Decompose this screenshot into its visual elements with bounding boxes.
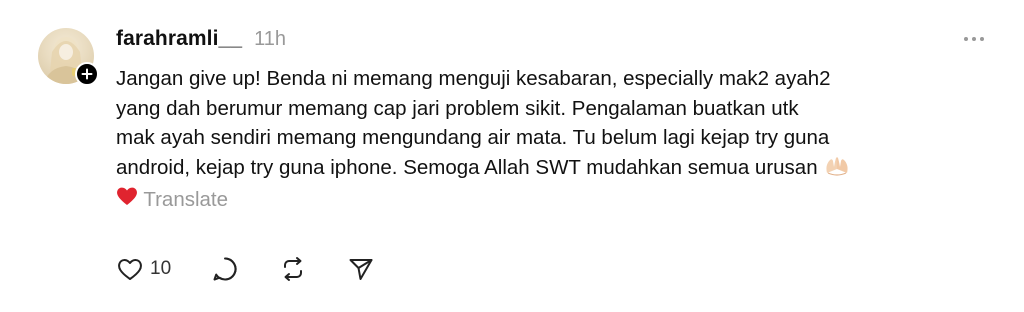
translate-link[interactable]: Translate	[143, 188, 228, 211]
share-button[interactable]	[347, 255, 375, 283]
action-bar: 10	[116, 255, 375, 283]
like-button[interactable]: 10	[116, 256, 171, 282]
more-options-button[interactable]	[958, 30, 990, 48]
more-horizontal-icon	[964, 37, 968, 41]
comment-button[interactable]	[211, 255, 239, 283]
timestamp[interactable]: 11h	[254, 28, 286, 51]
heart-outline-icon	[118, 259, 142, 280]
praying-hands-emoji-icon	[824, 155, 850, 186]
post-text-line: yang dah berumur memang cap jari problem…	[116, 96, 799, 120]
post-header: farahramli__ 11h	[116, 27, 286, 53]
red-heart-emoji-icon	[116, 187, 143, 211]
username[interactable]: farahramli__	[116, 27, 242, 51]
like-count: 10	[150, 258, 172, 279]
translate-row: Translate	[116, 185, 986, 215]
post-text-line-content: android, kejap try guna iphone. Semoga A…	[116, 155, 818, 179]
repost-button[interactable]	[279, 255, 307, 283]
plus-icon	[81, 68, 93, 80]
post-text-line: Jangan give up! Benda ni memang menguji …	[116, 67, 831, 90]
speech-bubble-icon	[213, 257, 237, 281]
post-text-line: android, kejap try guna iphone. Semoga A…	[116, 153, 986, 186]
more-horizontal-icon	[972, 37, 976, 41]
send-icon	[349, 259, 373, 280]
more-horizontal-icon	[980, 37, 984, 41]
follow-button[interactable]	[75, 62, 99, 86]
repost-icon	[284, 257, 303, 281]
post-body: Jangan give up! Benda ni memang menguji …	[116, 64, 986, 215]
thread-post: farahramli__ 11h Jangan give up! Benda n…	[0, 0, 1024, 312]
post-text-line: mak ayah sendiri memang mengundang air m…	[116, 126, 830, 149]
